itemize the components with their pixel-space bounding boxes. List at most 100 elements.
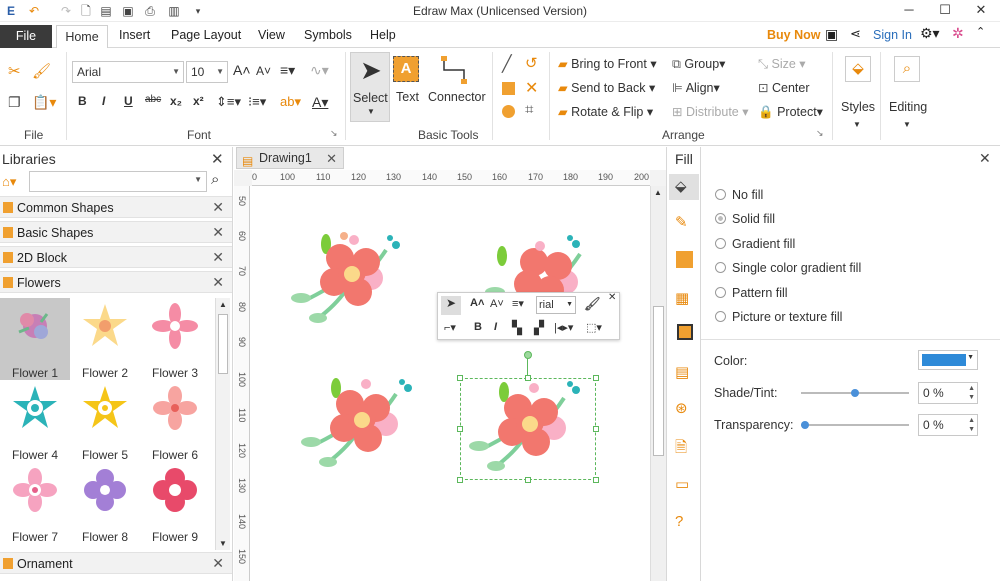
center-button[interactable]: ⊡ Center (758, 80, 810, 95)
gradient-fill-option[interactable]: Gradient fill (715, 237, 795, 251)
mini-bold-button[interactable]: B (474, 321, 482, 333)
protect-button[interactable]: 🔒 Protect▾ (758, 104, 823, 120)
editing-dropdown-icon[interactable]: ▼ (903, 120, 911, 129)
image-icon[interactable]: ▦ (675, 289, 693, 307)
arc-tool-icon[interactable]: ↺ (525, 54, 538, 72)
text-tool-icon[interactable]: A (393, 56, 419, 82)
close-mini-toolbar-icon[interactable]: ✕ (608, 292, 616, 303)
library-category-common-shapes[interactable]: Common Shapes ✕ (0, 196, 232, 218)
styles-button[interactable]: Styles (841, 100, 875, 114)
library-scroll-thumb[interactable] (218, 314, 228, 374)
app-theme-icon[interactable]: ✲ (952, 25, 964, 42)
tab-page-layout[interactable]: Page Layout (171, 28, 241, 42)
mini-spacing-icon[interactable]: |◂▸▾ (554, 321, 573, 334)
shade-tint-knob[interactable] (851, 389, 859, 397)
share-icon[interactable]: ⋖ (850, 26, 861, 42)
connector-tool-label[interactable]: Connector (428, 90, 486, 104)
tab-help[interactable]: Help (370, 28, 396, 42)
minimize-icon[interactable]: ─ (892, 0, 926, 20)
fill-bucket-icon[interactable]: ⬙ (675, 177, 693, 195)
picture-texture-fill-option[interactable]: Picture or texture fill (715, 310, 842, 324)
connector-tool-icon[interactable] (436, 54, 472, 86)
shape-flower-2[interactable]: Flower 2 (70, 298, 140, 380)
text-tool-label[interactable]: Text (396, 90, 419, 104)
close-icon[interactable]: ✕ (964, 0, 998, 20)
library-category-flowers[interactable]: Flowers ✕ (0, 271, 232, 293)
italic-button[interactable]: I (102, 94, 105, 108)
solid-fill-option[interactable]: Solid fill (715, 212, 775, 226)
resize-handle[interactable] (593, 477, 599, 483)
no-fill-option[interactable]: No fill (715, 188, 763, 202)
library-search-input[interactable]: ▼ (29, 171, 207, 192)
shape-flower-9[interactable]: Flower 9 (140, 462, 210, 544)
close-document-icon[interactable]: ✕ (326, 149, 337, 169)
distribute-button[interactable]: ⊞ Distribute ▾ (672, 104, 749, 119)
resize-handle[interactable] (457, 477, 463, 483)
size-button[interactable]: ⤡ Size ▾ (758, 56, 806, 72)
shape-flower-3[interactable]: Flower 3 (140, 298, 210, 380)
bullet-list-icon[interactable]: ⁝≡▾ (248, 94, 266, 110)
page-icon[interactable]: ▤ (675, 363, 693, 381)
strikethrough-button[interactable]: abc (145, 94, 161, 105)
highlight-color-icon[interactable]: ab▾ (280, 94, 301, 110)
arrange-dialog-launcher-icon[interactable]: ↘ (816, 128, 824, 139)
library-category-ornament[interactable]: Ornament ✕ (0, 552, 232, 574)
maximize-icon[interactable]: ☐ (928, 0, 962, 20)
mini-italic-button[interactable]: I (494, 321, 497, 333)
library-home-icon[interactable]: ⌂▾ (2, 174, 16, 190)
cut-icon[interactable]: ✂ (8, 62, 21, 80)
tab-home[interactable]: Home (56, 25, 108, 49)
search-dropdown-icon[interactable]: ▼ (194, 175, 202, 184)
line-tool-icon[interactable]: ╱ (502, 54, 512, 74)
resize-handle[interactable] (593, 426, 599, 432)
sign-in-link[interactable]: Sign In (873, 28, 912, 42)
mini-shrink-font-icon[interactable]: A˅ (490, 298, 504, 310)
mini-send-back-icon[interactable]: ▞ (534, 320, 544, 336)
shade-tint-input[interactable]: 0 % ▲ ▼ (918, 382, 978, 404)
single-color-gradient-option[interactable]: Single color gradient fill (715, 261, 861, 275)
send-to-back-button[interactable]: ▰ Send to Back ▾ (558, 80, 655, 95)
font-name-select[interactable]: Arial ▼ (72, 61, 184, 83)
collapse-ribbon-icon[interactable]: ⌃ (976, 25, 985, 38)
rotate-flip-button[interactable]: ▰ Rotate & Flip ▾ (558, 104, 653, 119)
group-button[interactable]: ⧉ Group▾ (672, 56, 725, 72)
styles-dropdown-icon[interactable]: ▼ (853, 120, 861, 129)
mini-grow-font-icon[interactable]: A˄ (470, 297, 484, 309)
resize-handle[interactable] (457, 375, 463, 381)
shape-flower-8[interactable]: Flower 8 (70, 462, 140, 544)
mini-style-icon[interactable]: ⬚▾ (586, 321, 602, 334)
bring-to-front-button[interactable]: ▰ Bring to Front ▾ (558, 56, 657, 71)
rotate-handle[interactable] (524, 351, 532, 359)
shadow-icon[interactable] (676, 251, 693, 268)
shape-flower-6[interactable]: Flower 6 (140, 380, 210, 462)
search-icon[interactable]: ⌕ (211, 171, 219, 188)
library-category-2d-block[interactable]: 2D Block ✕ (0, 246, 232, 268)
resize-handle[interactable] (593, 375, 599, 381)
scroll-up-icon[interactable]: ▲ (219, 300, 227, 309)
select-tool-button[interactable]: ➤ Select ▼ (350, 52, 390, 122)
attachment-icon[interactable]: 🗎 (675, 437, 693, 456)
font-color-icon[interactable]: A▾ (312, 94, 328, 111)
hyperlink-icon[interactable]: ⊛ (675, 399, 693, 417)
flower-bouquet-shape[interactable] (286, 230, 416, 334)
comment-icon[interactable]: ▭ (675, 475, 693, 493)
underline-button[interactable]: U (124, 94, 133, 108)
shape-flower-7[interactable]: Flower 7 (0, 462, 70, 544)
resize-handle[interactable] (525, 477, 531, 483)
settings-gear-icon[interactable]: ⚙▾ (920, 25, 940, 42)
shape-flower-5[interactable]: Flower 5 (70, 380, 140, 462)
help-icon[interactable]: ? (675, 513, 693, 531)
rectangle-tool-icon[interactable] (502, 82, 515, 95)
mini-format-painter-icon[interactable]: 🖌 (584, 296, 601, 312)
drawing-page[interactable] (250, 186, 650, 581)
document-tab[interactable]: ▤ Drawing1 ✕ (236, 147, 344, 169)
color-picker[interactable]: ▼ (918, 350, 978, 370)
close-category-icon[interactable]: ✕ (212, 199, 224, 216)
shrink-font-icon[interactable]: A˅ (256, 64, 271, 78)
editing-button[interactable]: Editing (889, 100, 927, 114)
superscript-button[interactable]: x² (193, 94, 204, 108)
shape-flower-4[interactable]: Flower 4 (0, 380, 70, 462)
text-effects-icon[interactable]: ∿▾ (310, 62, 329, 79)
close-category-icon[interactable]: ✕ (212, 274, 224, 291)
styles-icon[interactable]: ⬙ (845, 56, 871, 82)
